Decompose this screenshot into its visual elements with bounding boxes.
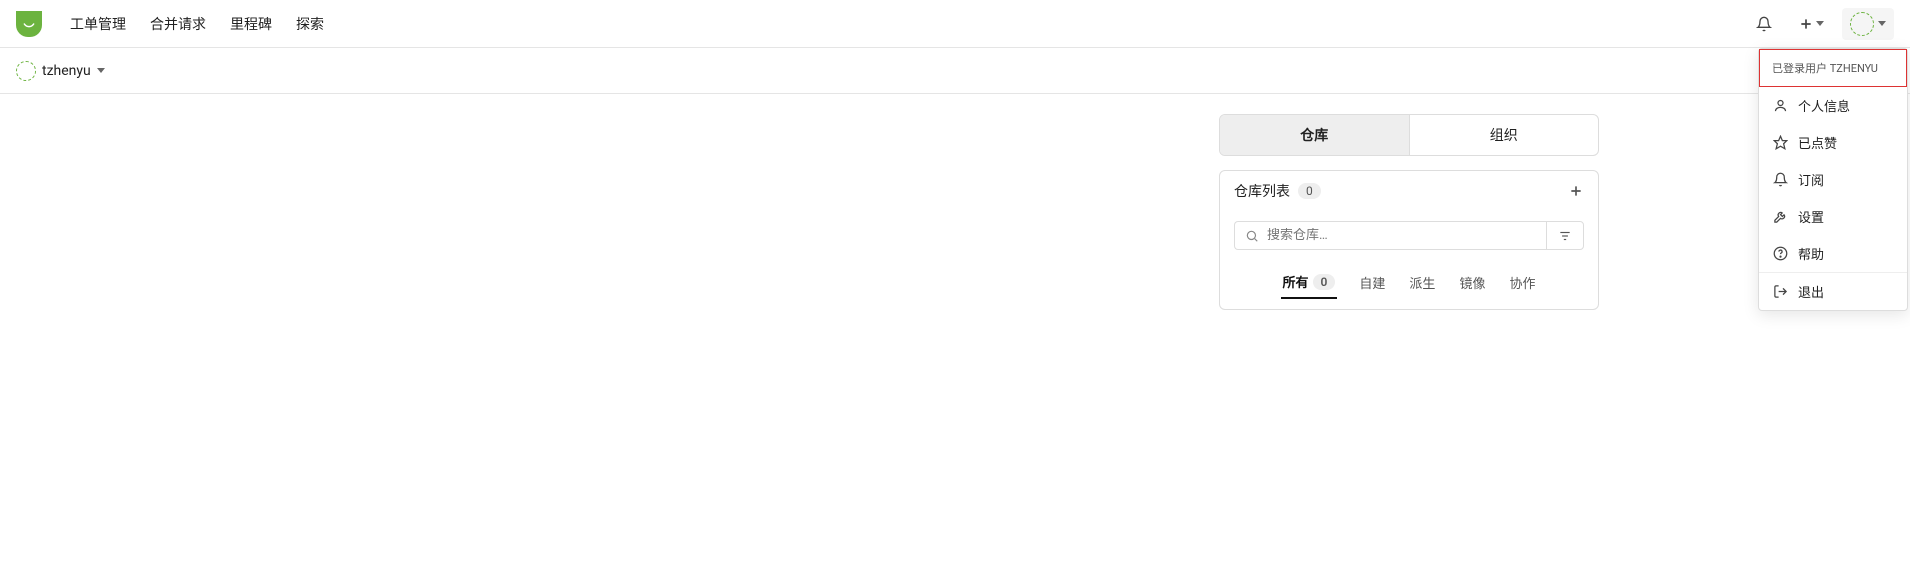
nav-milestones[interactable]: 里程碑 <box>230 14 272 34</box>
repo-panel-title: 仓库列表 <box>1234 181 1290 201</box>
nav-issues[interactable]: 工单管理 <box>70 14 126 34</box>
menu-profile[interactable]: 个人信息 <box>1759 87 1907 124</box>
person-icon <box>1773 98 1788 113</box>
tools-icon <box>1773 209 1788 224</box>
repo-search-wrap <box>1234 221 1546 250</box>
menu-starred[interactable]: 已点赞 <box>1759 124 1907 161</box>
tab-repositories[interactable]: 仓库 <box>1220 115 1409 155</box>
avatar-icon <box>1850 12 1874 36</box>
user-dropdown: 已登录用户 TZHENYU 个人信息 已点赞 订阅 设置 帮助 退出 <box>1758 48 1908 311</box>
repo-tab-all[interactable]: 所有 0 <box>1281 266 1338 299</box>
menu-label: 设置 <box>1798 207 1824 226</box>
nav-pulls[interactable]: 合并请求 <box>150 14 206 34</box>
dropdown-header: 已登录用户 TZHENYU <box>1759 49 1907 87</box>
repo-tab-all-count: 0 <box>1313 274 1336 290</box>
menu-label: 个人信息 <box>1798 96 1850 115</box>
content: 仓库 组织 仓库列表 0 <box>295 94 1615 330</box>
repo-search-row <box>1220 211 1598 260</box>
plus-icon <box>1568 183 1584 199</box>
filter-icon <box>1558 229 1572 243</box>
nav-explore[interactable]: 探索 <box>296 14 324 34</box>
repo-panel-header: 仓库列表 0 <box>1220 171 1598 211</box>
create-button[interactable] <box>1792 12 1830 36</box>
scope-tabs: 仓库 组织 <box>1219 114 1599 156</box>
repo-panel: 仓库列表 0 所有 0 <box>1219 170 1599 310</box>
user-breadcrumb[interactable]: tzhenyu <box>16 61 105 81</box>
logout-icon <box>1773 284 1788 299</box>
search-icon <box>1245 229 1259 243</box>
chevron-down-icon <box>1878 21 1886 26</box>
menu-label: 已点赞 <box>1798 133 1837 152</box>
repo-search-input[interactable] <box>1267 228 1536 243</box>
site-logo[interactable] <box>16 11 42 37</box>
breadcrumb-user: tzhenyu <box>42 63 91 79</box>
menu-help[interactable]: 帮助 <box>1759 235 1907 272</box>
menu-settings[interactable]: 设置 <box>1759 198 1907 235</box>
repo-tab-mirrors[interactable]: 镜像 <box>1457 266 1487 299</box>
topbar: 工单管理 合并请求 里程碑 探索 <box>0 0 1910 48</box>
tab-organizations[interactable]: 组织 <box>1409 115 1599 155</box>
repo-tab-collab[interactable]: 协作 <box>1507 266 1537 299</box>
notifications-button[interactable] <box>1748 8 1780 40</box>
chevron-down-icon <box>97 68 105 73</box>
add-repo-button[interactable] <box>1568 183 1584 199</box>
star-icon <box>1773 135 1788 150</box>
user-menu-button[interactable] <box>1842 8 1894 40</box>
right-column: 仓库 组织 仓库列表 0 <box>1219 114 1599 310</box>
repo-tab-sources[interactable]: 自建 <box>1357 266 1387 299</box>
menu-label: 退出 <box>1798 282 1824 301</box>
repo-tab-forks[interactable]: 派生 <box>1407 266 1437 299</box>
avatar-icon <box>16 61 36 81</box>
topbar-right <box>1748 8 1894 40</box>
repo-filter-tabs: 所有 0 自建 派生 镜像 协作 <box>1220 260 1598 309</box>
menu-label: 订阅 <box>1798 170 1824 189</box>
menu-logout[interactable]: 退出 <box>1759 273 1907 310</box>
nav-links: 工单管理 合并请求 里程碑 探索 <box>70 14 324 34</box>
bell-icon <box>1773 172 1788 187</box>
chevron-down-icon <box>1816 21 1824 26</box>
help-icon <box>1773 246 1788 261</box>
repo-filter-button[interactable] <box>1546 221 1584 250</box>
menu-label: 帮助 <box>1798 244 1824 263</box>
menu-subscriptions[interactable]: 订阅 <box>1759 161 1907 198</box>
repo-count-badge: 0 <box>1298 183 1321 199</box>
subbar: tzhenyu 已登录用户 TZHENYU 个人信息 已点赞 订阅 设置 帮助 <box>0 48 1910 94</box>
